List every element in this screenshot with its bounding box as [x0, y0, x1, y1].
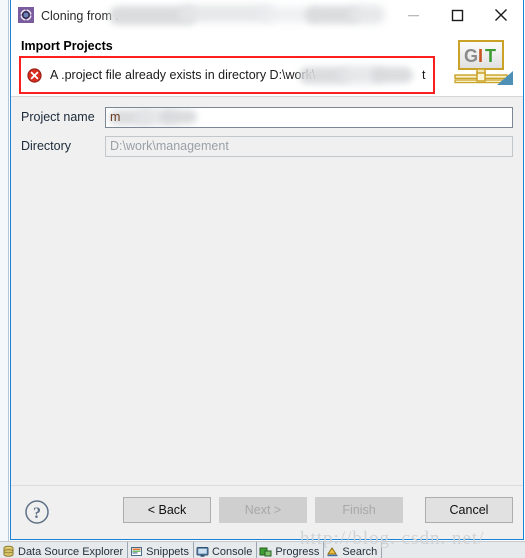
- minimize-button[interactable]: [391, 0, 435, 31]
- tab-data-source-explorer[interactable]: Data Source Explorer: [0, 542, 129, 558]
- maximize-button[interactable]: [435, 0, 479, 31]
- directory-value: D:\work\management: [110, 139, 229, 153]
- tab-label: Console: [211, 546, 253, 558]
- project-name-label: Project name: [21, 110, 95, 124]
- error-message-text: A .project file already exists in direct…: [50, 68, 316, 82]
- finish-button: Finish: [315, 497, 403, 523]
- git-logo: G I T: [451, 39, 515, 91]
- tab-console[interactable]: Console: [194, 542, 258, 558]
- back-button[interactable]: < Back: [123, 497, 211, 523]
- tab-label: Snippets: [146, 546, 189, 558]
- view-tab-bar[interactable]: Data Source Explorer Snippets Console Pr…: [0, 541, 525, 558]
- dialog-titlebar[interactable]: Cloning from .: [11, 0, 523, 31]
- tab-label: Data Source Explorer: [18, 546, 124, 558]
- svg-text:I: I: [478, 46, 483, 66]
- svg-text:G: G: [464, 46, 478, 66]
- dialog-title: Cloning from .: [41, 9, 119, 23]
- svg-text:T: T: [485, 46, 496, 66]
- error-message-box: A .project file already exists in direct…: [19, 56, 435, 94]
- directory-row: Directory D:\work\management: [21, 135, 513, 157]
- help-question-icon[interactable]: ?: [24, 499, 50, 525]
- tab-label: Search: [342, 546, 378, 558]
- directory-field: D:\work\management: [105, 135, 513, 157]
- close-button[interactable]: [479, 0, 523, 31]
- eclipse-git-clone-icon: [18, 7, 34, 23]
- dialog-body-empty-area: [11, 170, 523, 485]
- project-name-redaction-blur: [109, 108, 201, 127]
- title-redaction-blur: [109, 4, 385, 27]
- tab-label: Progress: [275, 546, 320, 558]
- tab-search[interactable]: Search: [324, 542, 383, 558]
- svg-text:?: ?: [33, 505, 41, 522]
- import-projects-dialog: Cloning from . Import Projects A .projec…: [10, 0, 524, 540]
- project-name-field[interactable]: m: [105, 106, 513, 128]
- error-redaction-blur: [299, 66, 419, 86]
- error-message-tail: t: [422, 68, 426, 82]
- workbench-left-strip: [0, 0, 9, 545]
- directory-label: Directory: [21, 139, 72, 153]
- project-name-row: Project name m: [21, 106, 513, 128]
- next-button: Next >: [219, 497, 307, 523]
- tab-snippets[interactable]: Snippets: [128, 542, 194, 558]
- dialog-button-bar: ? < Back Next > Finish Cancel: [11, 485, 523, 539]
- window-controls[interactable]: [391, 0, 523, 31]
- snippets-icon: [130, 545, 143, 558]
- console-icon: [196, 545, 209, 558]
- cancel-button[interactable]: Cancel: [425, 497, 513, 523]
- dialog-header: Import Projects A .project file already …: [11, 31, 523, 97]
- project-form: Project name m Directory D:\work\managem…: [11, 97, 523, 170]
- search-icon: [326, 545, 339, 558]
- error-circle-x-icon: [27, 67, 42, 83]
- progress-icon: [259, 545, 272, 558]
- wizard-buttons[interactable]: < Back Next > Finish Cancel: [115, 497, 513, 523]
- database-icon: [2, 545, 15, 558]
- tab-progress[interactable]: Progress: [257, 542, 325, 558]
- page-title: Import Projects: [21, 39, 113, 53]
- project-name-value: m: [110, 110, 121, 124]
